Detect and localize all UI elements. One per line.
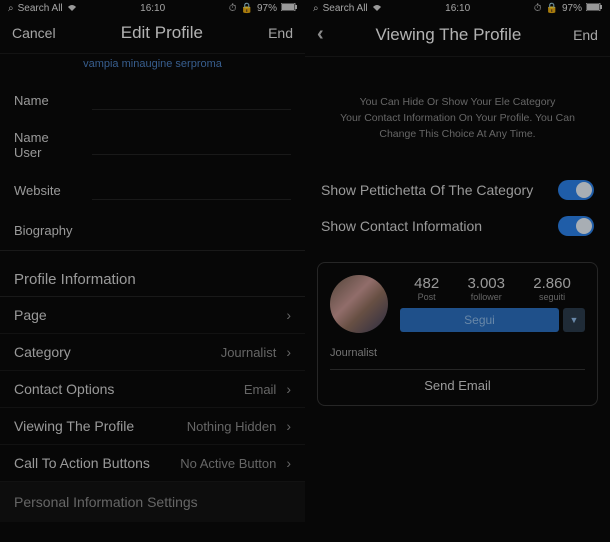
wifi-icon [372,3,382,14]
row-category-label: Category [14,344,71,360]
follow-button[interactable]: Segui [400,308,559,332]
chevron-right-icon: › [286,307,291,323]
website-input[interactable] [92,180,291,200]
search-icon: ⌕ [8,3,14,14]
row-contact-value: Email [244,382,277,397]
row-page[interactable]: Page › [0,297,305,334]
stat-posts: 482 Post [414,275,439,302]
back-button[interactable]: ‹ [317,23,324,46]
row-contact-options[interactable]: Contact Options Email › [0,371,305,408]
row-cta-buttons[interactable]: Call To Action Buttons No Active Button › [0,445,305,482]
status-search: Search All [18,3,63,14]
right-screen: ⌕ Search All 16:10 ⏱ 🔒 97% ‹ Viewing The… [305,0,610,542]
nav-bar: Cancel Edit Profile End [0,17,305,54]
biography-field-row: Biography [0,210,305,250]
toggle-contact-label: Show Contact Information [321,218,482,234]
battery-percent: 97% [562,3,582,14]
chevron-right-icon: › [286,344,291,360]
battery-percent: 97% [257,3,277,14]
page-title: Viewing The Profile [375,25,521,45]
follow-dropdown-button[interactable]: ▼ [563,308,585,332]
row-category[interactable]: Category Journalist › [0,334,305,371]
name-label: Name [14,93,92,108]
profile-info-header: Profile Information [0,250,305,297]
status-bar: ⌕ Search All 16:10 ⏱ 🔒 97% [0,0,305,17]
nav-bar: ‹ Viewing The Profile End [305,17,610,57]
end-button[interactable]: End [573,27,598,43]
toggle-category[interactable] [558,180,594,200]
stat-following: 2.860 seguiti [533,275,571,302]
username-label: Name User [14,130,92,160]
preview-job-label: Journalist [330,347,585,359]
stat-followers: 3.003 follower [467,275,505,302]
row-page-label: Page [14,307,47,323]
alarm-icon: ⏱ [534,3,542,14]
status-search: Search All [323,3,368,14]
toggle-row-category: Show Pettichetta Of The Category [305,172,610,208]
username-input[interactable] [92,135,291,155]
biography-label: Biography [14,223,92,238]
toggle-category-label: Show Pettichetta Of The Category [321,182,533,198]
battery-icon [281,3,297,14]
username-field-row: Name User [0,120,305,170]
name-field-row: Name [0,80,305,120]
biography-input[interactable] [92,220,291,240]
lock-icon: 🔒 [546,3,558,14]
profile-preview-card: 482 Post 3.003 follower 2.860 seguiti Se… [317,262,598,406]
battery-icon [586,3,602,14]
website-field-row: Website [0,170,305,210]
chevron-right-icon: › [286,455,291,471]
personal-info-settings[interactable]: Personal Information Settings [0,482,305,522]
alarm-icon: ⏱ [229,3,237,14]
end-button[interactable]: End [268,25,293,41]
toggle-contact[interactable] [558,216,594,236]
name-input[interactable] [92,90,291,110]
status-time: 16:10 [445,3,470,14]
row-category-value: Journalist [221,345,277,360]
lock-icon: 🔒 [241,3,253,14]
send-email-button[interactable]: Send Email [330,369,585,393]
change-photo-link[interactable]: vampia minaugine serproma [0,54,305,80]
row-cta-label: Call To Action Buttons [14,455,150,471]
page-title: Edit Profile [121,23,203,43]
wifi-icon [67,3,77,14]
help-text: You Can Hide Or Show Your Ele Category Y… [305,57,610,172]
search-icon: ⌕ [313,3,319,14]
row-viewing-value: Nothing Hidden [187,419,277,434]
chevron-right-icon: › [286,381,291,397]
avatar [330,275,388,333]
row-viewing-profile[interactable]: Viewing The Profile Nothing Hidden › [0,408,305,445]
website-label: Website [14,183,92,198]
chevron-right-icon: › [286,418,291,434]
status-time: 16:10 [140,3,165,14]
toggle-row-contact: Show Contact Information [305,208,610,244]
status-bar: ⌕ Search All 16:10 ⏱ 🔒 97% [305,0,610,17]
cancel-button[interactable]: Cancel [12,25,56,41]
row-cta-value: No Active Button [180,456,276,471]
row-viewing-label: Viewing The Profile [14,418,134,434]
left-screen: ⌕ Search All 16:10 ⏱ 🔒 97% Cancel Edit P… [0,0,305,542]
row-contact-label: Contact Options [14,381,114,397]
